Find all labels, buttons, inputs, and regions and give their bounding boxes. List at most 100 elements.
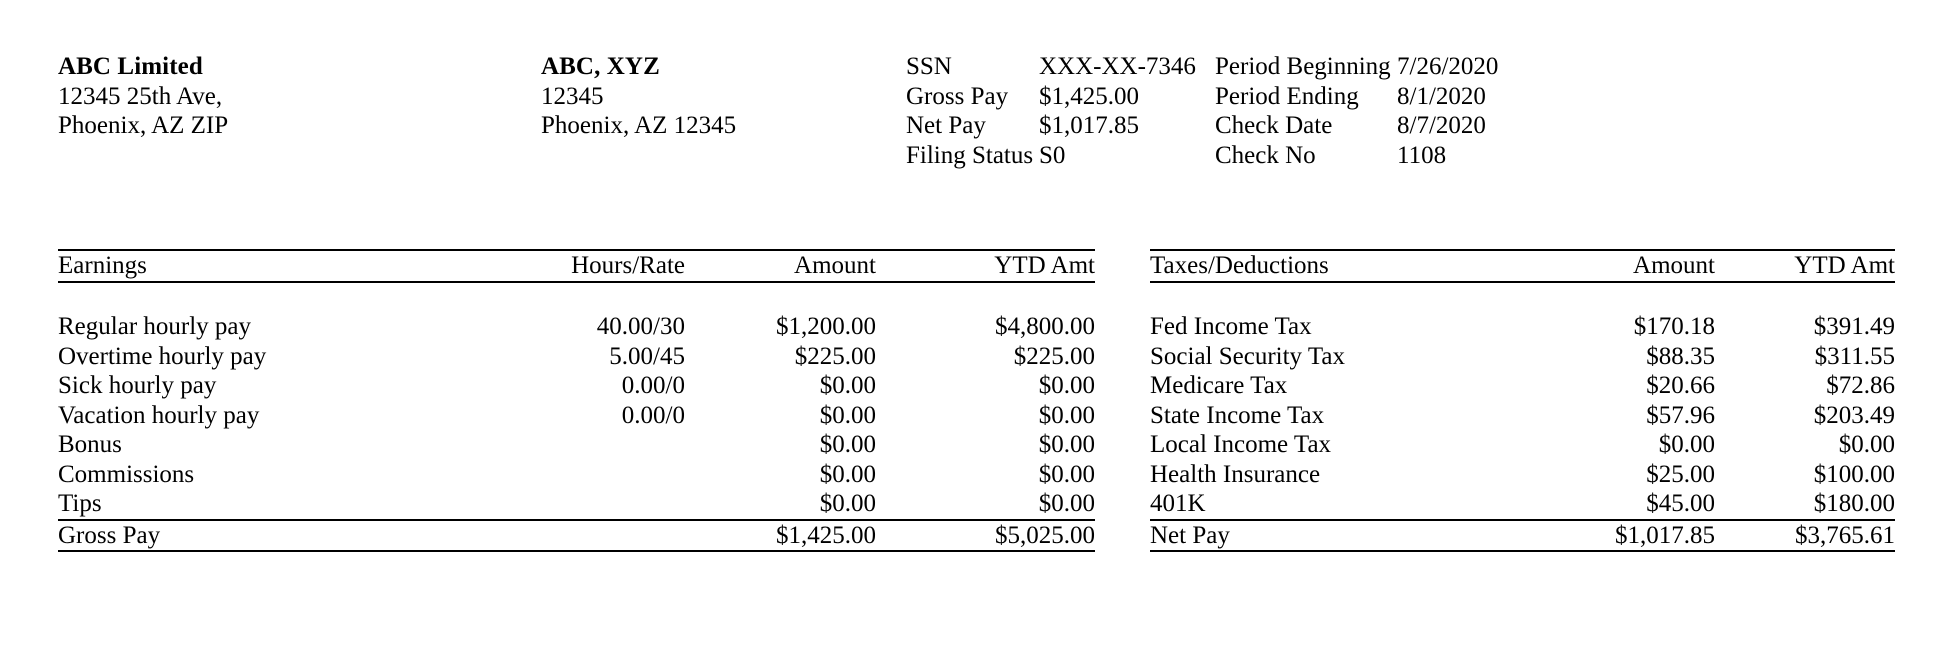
company-address-line-1: 12345 25th Ave, — [58, 82, 223, 110]
deduction-row-ytd: $0.00 — [1838, 431, 1895, 458]
earnings-row-label: Tips — [58, 490, 102, 517]
earnings-total-amount: $1,425.00 — [776, 521, 876, 549]
earnings-row-label: Bonus — [58, 431, 122, 458]
summary-value-period-beginning: 7/26/2020 — [1397, 53, 1499, 80]
summary-label-gross-pay: Gross Pay — [906, 82, 1009, 110]
earnings-row-hours-rate: 40.00/30 — [596, 313, 685, 340]
deduction-row-amount: $45.00 — [1646, 490, 1715, 517]
earnings-row-hours-rate — [462, 430, 685, 460]
earnings-row-ytd: $0.00 — [1038, 460, 1095, 488]
earnings-row-amount: $0.00 — [819, 460, 876, 488]
table-row: Overtime hourly pay 5.00/45 $225.00 $225… — [58, 342, 1095, 372]
earnings-row-amount: $0.00 — [819, 490, 876, 517]
deductions-spacer-row — [1150, 283, 1895, 313]
earnings-row-hours-rate: 0.00/0 — [621, 372, 685, 399]
earnings-total-ytd: $5,025.00 — [995, 521, 1095, 549]
earnings-total-bottom-rule — [58, 550, 1095, 552]
table-row: Sick hourly pay 0.00/0 $0.00 $0.00 — [58, 371, 1095, 401]
deduction-row-ytd: $391.49 — [1813, 313, 1895, 340]
table-row: Health Insurance $25.00 $100.00 — [1150, 460, 1895, 490]
summary-label-check-date: Check Date — [1215, 112, 1333, 139]
header-band: ABC Limited 12345 25th Ave, Phoenix, AZ … — [0, 44, 1955, 184]
earnings-table: Earnings Hours/Rate Amount YTD Amt Regul… — [58, 249, 1095, 552]
earnings-total-row: Gross Pay $1,425.00 $5,025.00 — [58, 521, 1095, 551]
company-address-line-2: Phoenix, AZ ZIP — [58, 112, 229, 139]
deduction-row-ytd: $180.00 — [1813, 490, 1895, 517]
earnings-row-ytd: $4,800.00 — [995, 313, 1095, 340]
deduction-row-label: Social Security Tax — [1150, 342, 1345, 370]
table-row: 401K $45.00 $180.00 — [1150, 489, 1895, 519]
summary-value-net-pay: $1,017.85 — [1039, 112, 1139, 139]
deduction-row-ytd: $311.55 — [1814, 342, 1895, 370]
deduction-row-ytd: $100.00 — [1813, 460, 1895, 488]
deduction-row-amount: $57.96 — [1646, 401, 1715, 429]
table-row: Local Income Tax $0.00 $0.00 — [1150, 430, 1895, 460]
table-row: Fed Income Tax $170.18 $391.49 — [1150, 312, 1895, 342]
table-row: Vacation hourly pay 0.00/0 $0.00 $0.00 — [58, 401, 1095, 431]
earnings-header-row: Earnings Hours/Rate Amount YTD Amt — [58, 251, 1095, 281]
deductions-header-amount: Amount — [1633, 252, 1715, 279]
table-row: Medicare Tax $20.66 $72.86 — [1150, 371, 1895, 401]
deductions-total-amount: $1,017.85 — [1615, 521, 1715, 549]
earnings-row-ytd: $225.00 — [1013, 342, 1095, 370]
earnings-header-ytd: YTD Amt — [994, 252, 1095, 279]
summary-label-net-pay: Net Pay — [906, 112, 986, 139]
deduction-row-label: State Income Tax — [1150, 401, 1325, 429]
deduction-row-amount: $170.18 — [1633, 313, 1715, 340]
table-row: Regular hourly pay 40.00/30 $1,200.00 $4… — [58, 312, 1095, 342]
earnings-row-ytd: $0.00 — [1038, 431, 1095, 458]
earnings-row-amount: $1,200.00 — [776, 313, 876, 340]
summary-label-check-no: Check No — [1215, 141, 1316, 169]
table-row: Tips $0.00 $0.00 — [58, 489, 1095, 519]
earnings-row-hours-rate: 5.00/45 — [609, 342, 685, 370]
deduction-row-label: Health Insurance — [1150, 460, 1321, 488]
earnings-row-label: Regular hourly pay — [58, 313, 252, 340]
deduction-row-amount: $25.00 — [1646, 460, 1715, 488]
table-row: Bonus $0.00 $0.00 — [58, 430, 1095, 460]
deduction-row-label: Local Income Tax — [1150, 431, 1332, 458]
deductions-header-taxes: Taxes/Deductions — [1150, 252, 1329, 279]
earnings-row-label: Commissions — [58, 460, 195, 488]
table-row: State Income Tax $57.96 $203.49 — [1150, 401, 1895, 431]
summary-label-ssn: SSN — [906, 53, 952, 80]
earnings-header-hours-rate: Hours/Rate — [571, 252, 685, 279]
earnings-row-hours-rate — [462, 489, 685, 519]
pay-summary-block: SSN XXX-XX-7346 Period Beginning 7/26/20… — [906, 52, 1498, 170]
table-row: Social Security Tax $88.35 $311.55 — [1150, 342, 1895, 372]
summary-label-period-ending: Period Ending — [1215, 82, 1359, 110]
earnings-row-amount: $0.00 — [819, 401, 876, 429]
earnings-row-label: Vacation hourly pay — [58, 401, 260, 429]
earnings-row-hours-rate: 0.00/0 — [621, 401, 685, 429]
deduction-row-ytd: $72.86 — [1826, 372, 1895, 399]
employee-address-line-2: Phoenix, AZ 12345 — [541, 112, 737, 139]
deduction-row-amount: $0.00 — [1658, 431, 1715, 458]
summary-value-ssn: XXX-XX-7346 — [1039, 53, 1196, 80]
deduction-row-label: Medicare Tax — [1150, 372, 1288, 399]
summary-value-check-no: 1108 — [1397, 141, 1447, 169]
earnings-row-ytd: $0.00 — [1038, 490, 1095, 517]
company-address-block: ABC Limited 12345 25th Ave, Phoenix, AZ … — [58, 52, 228, 141]
earnings-total-label: Gross Pay — [58, 521, 161, 549]
earnings-total-hours-rate — [462, 521, 685, 551]
deduction-row-label: Fed Income Tax — [1150, 313, 1312, 340]
summary-value-filing-status: S0 — [1039, 141, 1066, 169]
table-row: Commissions $0.00 $0.00 — [58, 460, 1095, 490]
employee-name: ABC, XYZ — [541, 53, 660, 80]
deductions-header-ytd: YTD Amt — [1794, 252, 1895, 279]
earnings-row-label: Sick hourly pay — [58, 372, 217, 399]
deduction-row-amount: $20.66 — [1646, 372, 1715, 399]
deductions-header-row: Taxes/Deductions Amount YTD Amt — [1150, 251, 1895, 281]
summary-value-check-date: 8/7/2020 — [1397, 112, 1486, 139]
earnings-row-amount: $0.00 — [819, 372, 876, 399]
earnings-row-amount: $225.00 — [794, 342, 876, 370]
earnings-row-hours-rate — [462, 460, 685, 490]
pay-stub-document: ABC Limited 12345 25th Ave, Phoenix, AZ … — [0, 0, 1955, 664]
deductions-total-row: Net Pay $1,017.85 $3,765.61 — [1150, 521, 1895, 551]
employee-address-line-1: 12345 — [541, 82, 604, 110]
deduction-row-label: 401K — [1150, 490, 1206, 517]
summary-value-gross-pay: $1,425.00 — [1039, 82, 1139, 110]
deductions-table: Taxes/Deductions Amount YTD Amt Fed Inco… — [1150, 249, 1895, 552]
earnings-row-amount: $0.00 — [819, 431, 876, 458]
earnings-spacer-row — [58, 283, 1095, 313]
summary-label-filing-status: Filing Status — [906, 141, 1034, 169]
